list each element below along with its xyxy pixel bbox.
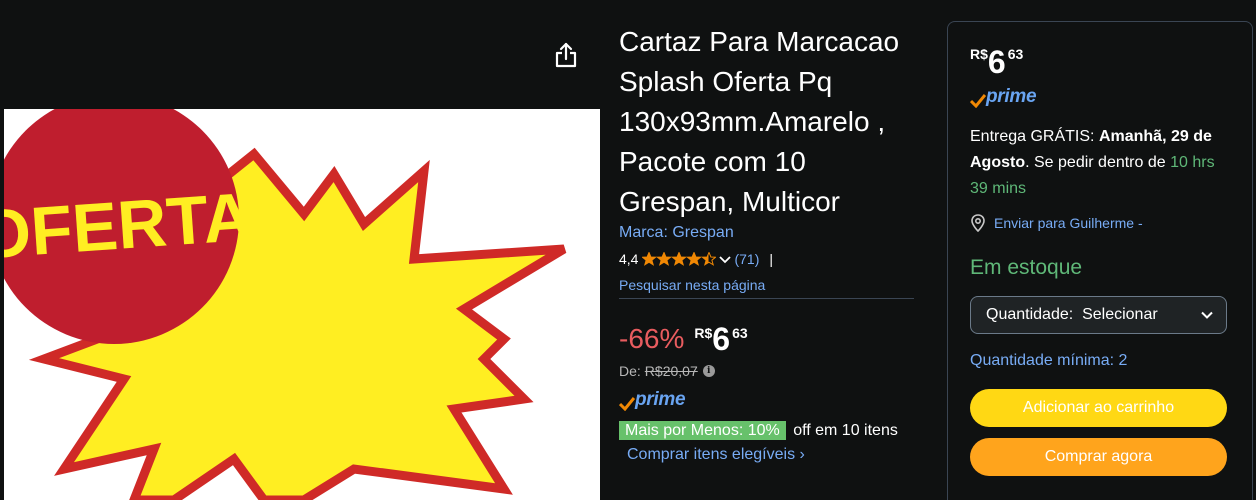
buy-now-button[interactable]: Comprar agora: [970, 438, 1227, 476]
divider: [619, 298, 914, 299]
rating-value: 4,4: [619, 251, 639, 267]
quantity-label: Quantidade: Selecionar: [986, 306, 1158, 324]
buybox-price: R$ 6 63: [970, 44, 1230, 80]
eligible-items-link[interactable]: Comprar itens elegíveis ›: [627, 446, 805, 463]
chevron-down-icon: [1201, 311, 1213, 319]
quantity-label-text: Quantidade:: [986, 306, 1074, 323]
product-image[interactable]: OFERTA: [4, 109, 600, 500]
location-pin-icon: [971, 214, 985, 232]
stock-status: Em estoque: [970, 256, 1083, 279]
brand-link[interactable]: Marca: Grespan: [619, 224, 919, 242]
prime-label: prime: [635, 389, 686, 410]
price-whole: 6: [712, 321, 731, 357]
chevron-down-icon[interactable]: [718, 252, 732, 266]
buybox-price-fraction: 63: [1007, 46, 1024, 62]
ship-to-label[interactable]: Enviar para Guilherme -: [994, 215, 1143, 231]
prime-check-icon: [619, 397, 635, 411]
product-details: Cartaz Para Marcacao Splash Oferta Pq 13…: [619, 22, 919, 467]
discount-percent: -66%: [619, 323, 685, 354]
price-row: -66% R$ 6 63: [619, 321, 919, 357]
quantity-select[interactable]: Quantidade: Selecionar: [970, 296, 1227, 334]
buybox-price-whole: 6: [987, 44, 1006, 80]
delivery-info: Entrega GRÁTIS: Amanhã, 29 de Agosto. Se…: [970, 124, 1230, 202]
quantity-value: Selecionar: [1082, 306, 1158, 323]
share-icon[interactable]: [553, 41, 579, 69]
rating-separator: |: [769, 251, 774, 267]
stars-icon: [642, 252, 717, 266]
buybox-price-currency: R$: [970, 46, 988, 62]
buybox-prime-label: prime: [986, 86, 1037, 107]
list-price: De: R$20,07 i: [619, 363, 919, 379]
delivery-prefix: Entrega GRÁTIS:: [970, 128, 1099, 145]
mais-por-menos: Mais por Menos: 10% off em 10 itens Comp…: [619, 419, 919, 467]
mpm-badge: Mais por Menos: 10%: [619, 421, 786, 440]
buybox-prime-badge: prime: [970, 86, 1230, 108]
min-quantity: Quantidade mínima: 2: [970, 352, 1128, 369]
prime-badge: prime: [619, 389, 919, 411]
rating-count[interactable]: (71): [734, 251, 759, 267]
list-price-value: R$20,07: [644, 363, 698, 379]
prime-check-icon: [970, 94, 986, 108]
search-page-link[interactable]: Pesquisar nesta página: [619, 277, 919, 293]
star-rating[interactable]: [642, 252, 717, 266]
product-title: Cartaz Para Marcacao Splash Oferta Pq 13…: [619, 26, 900, 217]
rating-row: 4,4 (71) |: [619, 250, 919, 268]
buy-box: R$ 6 63 prime Entrega GRÁTIS: Amanhã, 29…: [947, 21, 1253, 500]
ship-to[interactable]: Enviar para Guilherme -: [970, 214, 1230, 232]
list-price-label: De:: [619, 363, 641, 379]
mpm-text: off em 10 itens: [793, 422, 898, 439]
price-currency: R$: [694, 325, 713, 341]
price-fraction: 63: [732, 325, 748, 341]
delivery-mid: . Se pedir dentro de: [1025, 154, 1171, 171]
info-icon[interactable]: i: [702, 365, 715, 377]
add-to-cart-button[interactable]: Adicionar ao carrinho: [970, 389, 1227, 427]
